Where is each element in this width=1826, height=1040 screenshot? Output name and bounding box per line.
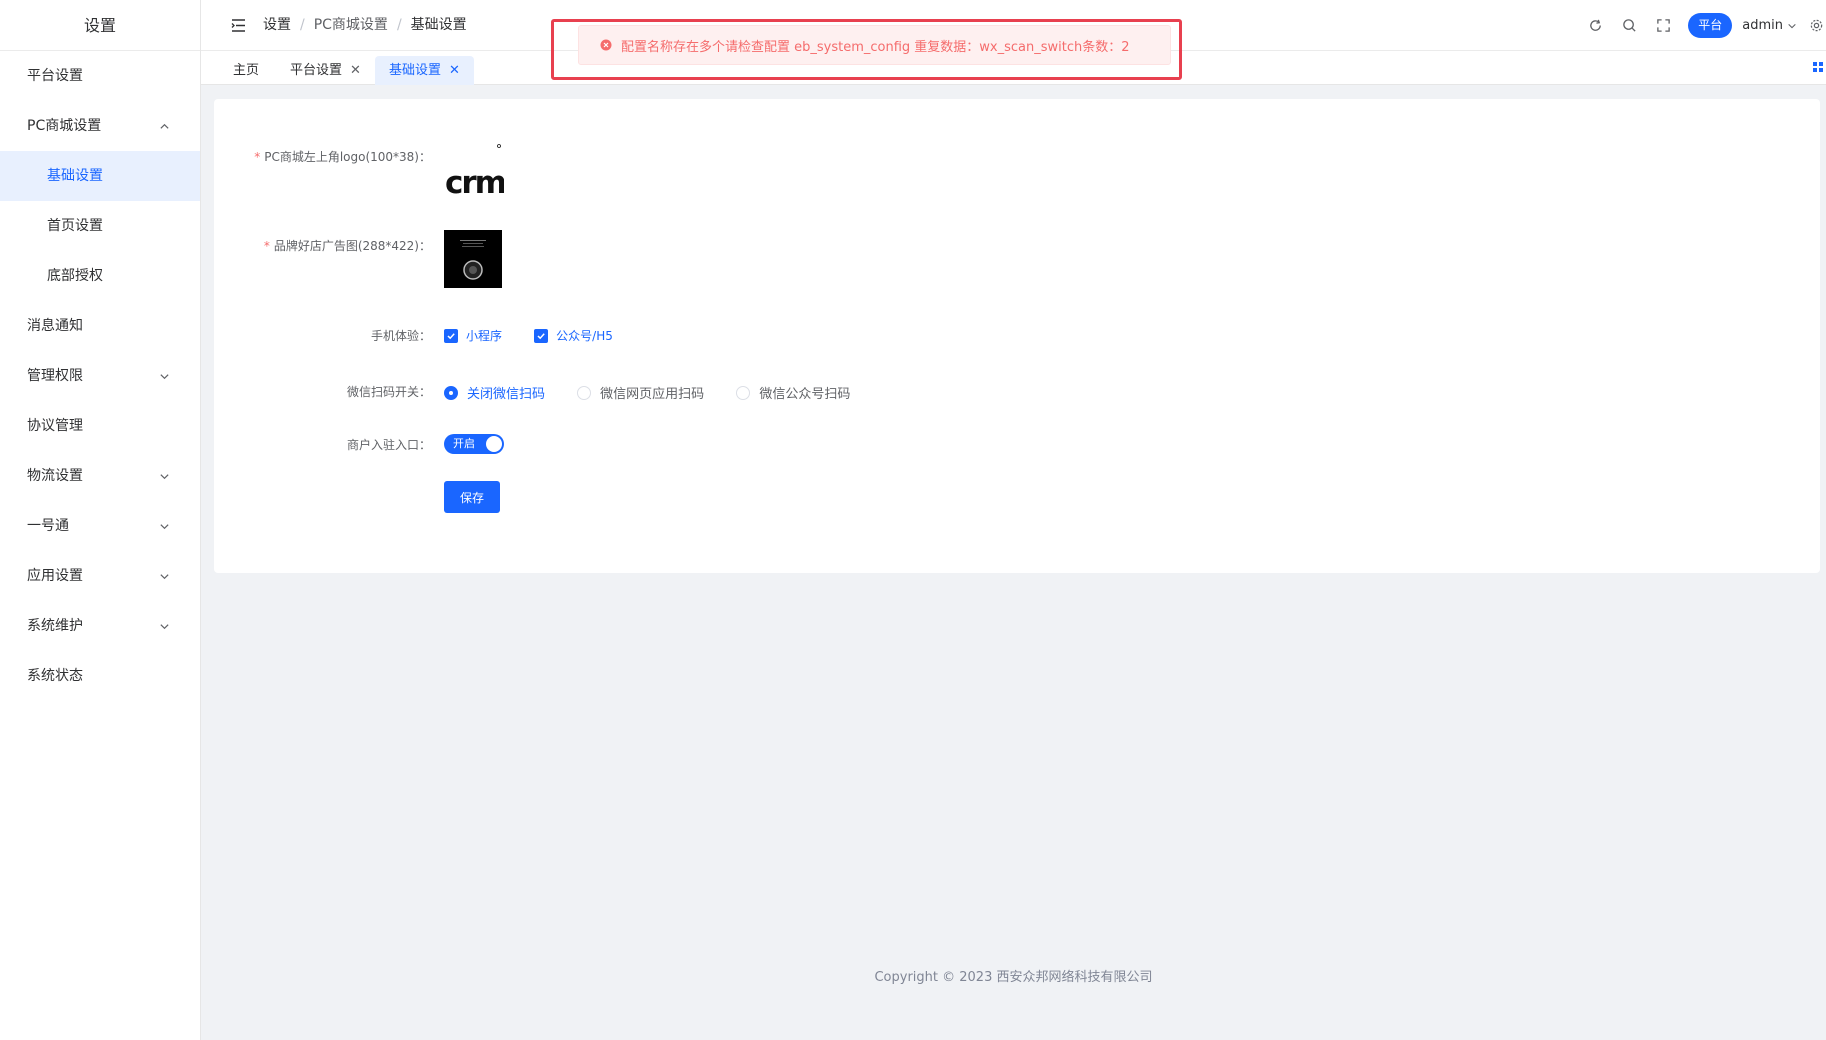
- radio-label: 微信公众号扫码: [759, 387, 851, 402]
- checkbox-h5[interactable]: 公众号/H5: [534, 327, 613, 344]
- chevron-down-icon: [158, 551, 170, 601]
- form-label: 微信扫码开关：: [346, 385, 431, 399]
- sidebar-item-label: 基础设置: [47, 168, 103, 184]
- user-name[interactable]: admin: [1742, 18, 1783, 33]
- checkbox-miniprogram[interactable]: 小程序: [444, 327, 502, 344]
- gear-icon[interactable]: [1809, 18, 1824, 33]
- chevron-down-icon: [158, 601, 170, 651]
- sidebar-item-label: 一号通: [27, 518, 69, 534]
- radio-dot: [736, 385, 751, 400]
- chevron-down-icon: [158, 451, 170, 501]
- breadcrumb-item: 基础设置: [410, 17, 467, 33]
- save-button[interactable]: 保存: [444, 481, 500, 513]
- svg-text:crmeb: crmeb: [445, 165, 504, 200]
- platform-badge[interactable]: 平台: [1688, 13, 1733, 38]
- breadcrumb-item[interactable]: PC商城设置: [314, 17, 388, 33]
- sidebar-item-yihaotong[interactable]: 一号通: [0, 501, 200, 551]
- form-label: * 品牌好店广告图(288*422)：: [263, 239, 431, 253]
- sidebar-item-logistics[interactable]: 物流设置: [0, 451, 200, 501]
- radio-wechat-mp[interactable]: 微信公众号扫码: [736, 383, 850, 402]
- switch-knob: [486, 436, 502, 452]
- breadcrumb: 设置 / PC商城设置 / 基础设置: [263, 0, 467, 51]
- refresh-icon[interactable]: [1586, 17, 1604, 35]
- sidebar-item-label: 应用设置: [27, 568, 83, 584]
- sidebar-title: 设置: [0, 0, 200, 51]
- sidebar-item-label: 消息通知: [27, 318, 83, 334]
- settings-form-card: *PC商城左上角logo(100*38)： crmeb *品牌好店广告图(288…: [214, 99, 1820, 573]
- switch-label: 开启: [453, 437, 475, 450]
- sidebar-item-agreements[interactable]: 协议管理: [0, 401, 200, 451]
- chevron-up-icon: [158, 101, 170, 151]
- radio-label: 微信网页应用扫码: [600, 387, 705, 402]
- tab-label: 基础设置: [389, 63, 442, 78]
- sidebar-item-label: PC商城设置: [27, 118, 102, 134]
- checkmark-icon: [444, 328, 458, 343]
- menu-toggle-icon[interactable]: [230, 17, 247, 34]
- error-alert: 配置名称存在多个请检查配置 eb_system_config 重复数据：wx_s…: [578, 25, 1171, 65]
- radio-dot: [444, 385, 458, 400]
- copyright-footer: Copyright © 2023 西安众邦网络科技有限公司: [874, 970, 1153, 985]
- chevron-down-icon: [158, 501, 170, 551]
- checkmark-icon: [534, 328, 549, 343]
- fullscreen-icon[interactable]: [1654, 17, 1672, 35]
- header-toolbar: 平台 admin: [1586, 0, 1826, 51]
- breadcrumb-item[interactable]: 设置: [263, 17, 291, 33]
- form-row-merchant: 商户入驻入口： 开启: [214, 434, 1820, 454]
- sidebar-item-pc-mall-settings[interactable]: PC商城设置: [0, 101, 200, 151]
- sidebar-item-system-maintenance[interactable]: 系统维护: [0, 601, 200, 651]
- logo-upload[interactable]: crmeb: [444, 140, 547, 201]
- radio-wechat-off[interactable]: 关闭微信扫码: [444, 383, 545, 402]
- search-icon[interactable]: [1620, 17, 1638, 35]
- tab-platform-settings[interactable]: 平台设置 ✕: [276, 56, 375, 85]
- sidebar-item-permissions[interactable]: 管理权限: [0, 351, 200, 401]
- tab-basic-settings[interactable]: 基础设置 ✕: [375, 56, 474, 85]
- tab-label: 主页: [233, 63, 260, 78]
- tab-home[interactable]: 主页: [219, 56, 273, 85]
- checkbox-label: 公众号/H5: [556, 329, 613, 343]
- close-icon[interactable]: ✕: [449, 63, 460, 78]
- merchant-entry-switch[interactable]: 开启: [444, 434, 504, 454]
- close-icon[interactable]: ✕: [350, 63, 361, 78]
- form-label: 手机体验：: [370, 329, 431, 343]
- sidebar-item-label: 底部授权: [47, 268, 103, 284]
- logo-image: crmeb: [445, 144, 547, 201]
- sidebar-item-home-settings[interactable]: 首页设置: [0, 201, 200, 251]
- sidebar-item-platform-settings[interactable]: 平台设置: [0, 51, 200, 101]
- sidebar-item-label: 系统状态: [27, 668, 83, 684]
- required-mark: *: [254, 150, 261, 164]
- radio-dot: [577, 385, 592, 400]
- alert-message: 配置名称存在多个请检查配置 eb_system_config 重复数据：wx_s…: [621, 39, 1130, 55]
- chevron-down-icon: [158, 351, 170, 401]
- wechat-radio-group: 关闭微信扫码 微信网页应用扫码 微信公众号扫码: [444, 383, 878, 404]
- form-label: * PC商城左上角logo(100*38)：: [254, 150, 431, 164]
- sidebar: 设置 平台设置 PC商城设置 基础设置 首页设置 底部授权 消息通知 管理权限 …: [0, 0, 201, 1040]
- ad-image-upload[interactable]: [444, 230, 502, 288]
- form-label: 商户入驻入口：: [346, 438, 431, 452]
- radio-wechat-web[interactable]: 微信网页应用扫码: [577, 383, 704, 402]
- radio-label: 关闭微信扫码: [467, 387, 546, 402]
- sidebar-item-label: 首页设置: [47, 218, 103, 234]
- sidebar-item-label: 协议管理: [27, 418, 83, 434]
- ad-image: [444, 230, 502, 288]
- chevron-down-icon[interactable]: [1787, 21, 1797, 31]
- required-mark: *: [263, 239, 270, 253]
- breadcrumb-separator: /: [300, 17, 305, 33]
- checkbox-label: 小程序: [466, 329, 503, 343]
- error-circle-icon: [600, 39, 612, 51]
- sidebar-item-system-status[interactable]: 系统状态: [0, 651, 200, 701]
- breadcrumb-separator: /: [396, 17, 402, 33]
- sidebar-item-label: 物流设置: [27, 468, 83, 484]
- tab-label: 平台设置: [290, 63, 343, 78]
- grid-icon[interactable]: [1812, 61, 1824, 73]
- sidebar-item-app-settings[interactable]: 应用设置: [0, 551, 200, 601]
- sidebar-item-label: 平台设置: [27, 68, 83, 84]
- sidebar-item-basic-settings[interactable]: 基础设置: [0, 151, 200, 201]
- mobile-checkbox-group: 小程序 公众号/H5: [444, 327, 641, 345]
- sidebar-item-label: 系统维护: [27, 618, 83, 634]
- sidebar-item-label: 管理权限: [27, 368, 83, 384]
- sidebar-item-footer-auth[interactable]: 底部授权: [0, 251, 200, 301]
- sidebar-item-notifications[interactable]: 消息通知: [0, 301, 200, 351]
